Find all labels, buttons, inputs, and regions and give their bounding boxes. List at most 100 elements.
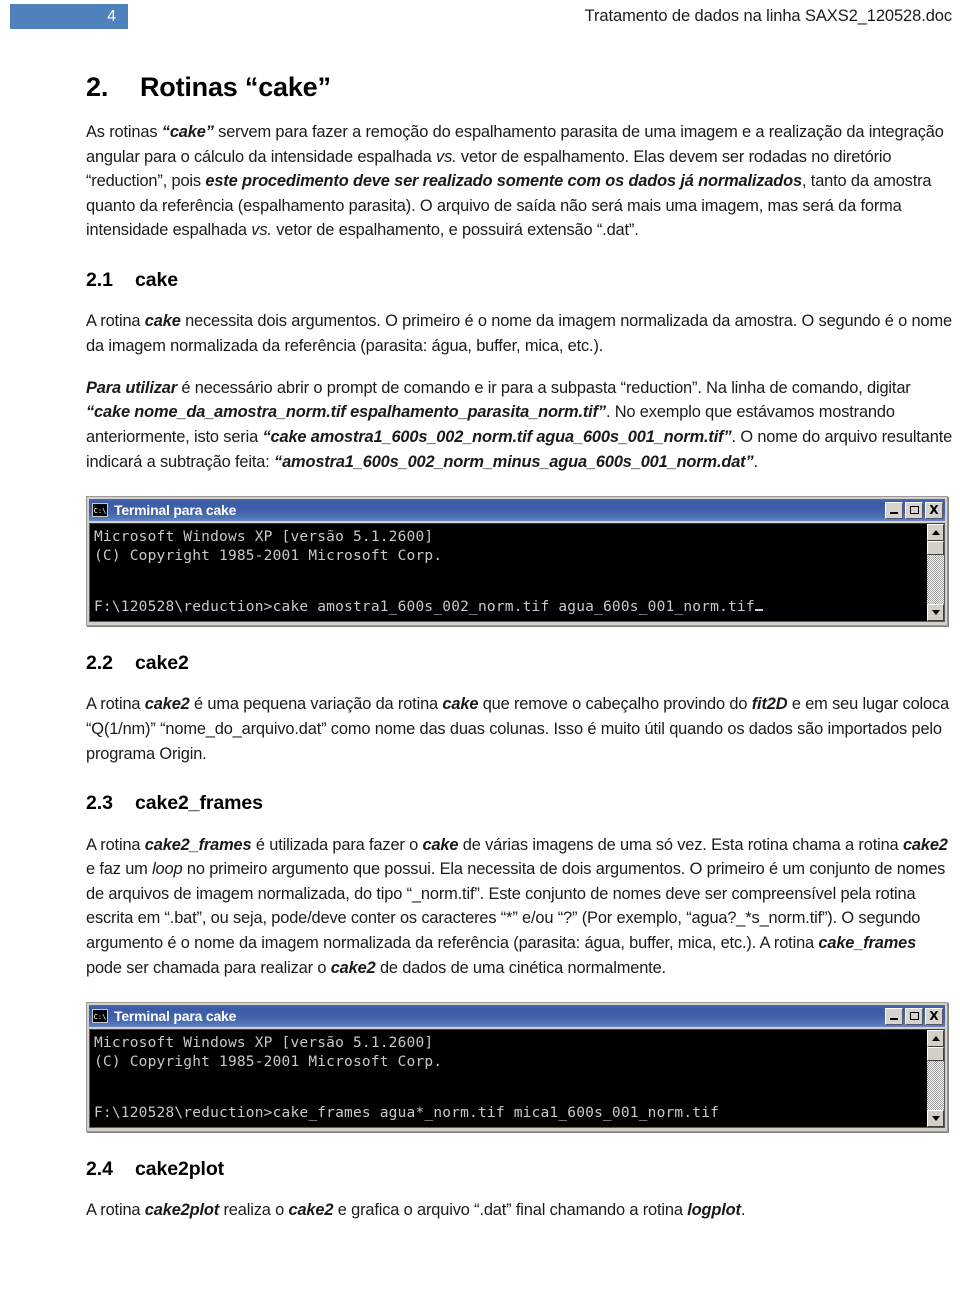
text-run-emphasis: “cake” <box>161 123 214 142</box>
subsection-title-text: cake2_frames <box>135 792 263 815</box>
text-run: As rotinas <box>86 123 162 142</box>
subsection-title-text: cake2 <box>135 651 189 674</box>
minimize-icon <box>890 1018 898 1021</box>
text-run-emphasis: este procedimento deve ser realizado som… <box>205 172 802 191</box>
text-run-command: “cake amostra1_600s_002_norm.tif agua_60… <box>262 427 732 446</box>
minimize-icon <box>890 512 898 515</box>
subsection-number: 2.1 <box>86 269 113 292</box>
text-run-emphasis: cake2 <box>902 835 948 854</box>
scroll-up-button[interactable] <box>927 1030 944 1048</box>
window-controls: X <box>885 501 943 519</box>
maximize-icon <box>909 506 919 515</box>
text-run: A rotina <box>86 695 145 714</box>
terminal-line-1: Microsoft Windows XP [versão 5.1.2600] <box>94 529 434 546</box>
terminal-scrollbar[interactable] <box>926 1030 944 1128</box>
text-run-italic: vs. <box>436 147 457 166</box>
terminal-window-cake[interactable]: C:\ Terminal para cake X Microsoft Windo… <box>86 496 948 626</box>
terminal-titlebar[interactable]: C:\ Terminal para cake X <box>89 1005 945 1028</box>
terminal-titlebar[interactable]: C:\ Terminal para cake X <box>89 499 945 522</box>
text-run-emphasis: cake2 <box>144 695 190 714</box>
subsection-heading-2-4: 2.4 cake2plot <box>86 1158 954 1181</box>
subsection-heading-2-2: 2.2 cake2 <box>86 652 954 675</box>
subsection-2-1-paragraph-1: A rotina cake necessita dois argumentos.… <box>86 309 954 358</box>
terminal-body-wrap: Microsoft Windows XP [versão 5.1.2600] (… <box>89 1029 945 1129</box>
subsection-2-1-paragraph-2: Para utilizar é necessário abrir o promp… <box>86 376 954 474</box>
terminal-output[interactable]: Microsoft Windows XP [versão 5.1.2600] (… <box>90 1030 926 1128</box>
text-run: é uma pequena variação da rotina <box>189 695 443 714</box>
section-2-intro-paragraph: As rotinas “cake” servem para fazer a re… <box>86 120 954 243</box>
close-button[interactable]: X <box>925 501 943 519</box>
minimize-button[interactable] <box>885 1007 903 1025</box>
section-title-text: Rotinas “cake” <box>140 72 331 102</box>
text-run: é utilizada para fazer o <box>251 835 423 854</box>
text-run-command: “cake nome_da_amostra_norm.tif espalhame… <box>86 403 606 422</box>
maximize-button[interactable] <box>905 501 923 519</box>
scroll-down-button[interactable] <box>927 1110 944 1128</box>
terminal-window-cake-frames[interactable]: C:\ Terminal para cake X Microsoft Windo… <box>86 1002 948 1133</box>
text-run-emphasis: Para utilizar <box>86 378 177 397</box>
text-run-emphasis: cake <box>422 835 459 854</box>
text-run: A rotina <box>86 1201 145 1220</box>
text-run: no primeiro argumento que possui. Ela ne… <box>86 860 946 952</box>
text-run-emphasis: cake2plot <box>144 1201 220 1220</box>
text-run: A rotina <box>86 312 145 331</box>
terminal-cursor <box>754 608 763 611</box>
terminal-title-text: Terminal para cake <box>114 1008 237 1025</box>
text-run: de várias imagens de uma só vez. Esta ro… <box>458 835 903 854</box>
subsection-number: 2.3 <box>86 792 113 815</box>
document-content: 2. Rotinas “cake” As rotinas “cake” serve… <box>86 72 954 1223</box>
scroll-up-button[interactable] <box>927 524 944 542</box>
close-button[interactable]: X <box>925 1007 943 1025</box>
text-run: realiza o <box>219 1201 289 1220</box>
document-title-header: Tratamento de dados na linha SAXS2_12052… <box>584 7 952 25</box>
maximize-button[interactable] <box>905 1007 923 1025</box>
subsection-number: 2.2 <box>86 651 113 674</box>
scrollbar-track[interactable] <box>927 555 944 604</box>
terminal-line-3: F:\120528\reduction>cake amostra1_600s_0… <box>94 598 755 615</box>
terminal-title-text: Terminal para cake <box>114 502 237 519</box>
text-run-filename: “amostra1_600s_002_norm_minus_agua_600s_… <box>274 452 754 471</box>
scrollbar-thumb[interactable] <box>927 541 944 556</box>
subsection-title-text: cake2plot <box>135 1158 225 1181</box>
terminal-line-1: Microsoft Windows XP [versão 5.1.2600] <box>94 1035 434 1052</box>
scrollbar-track[interactable] <box>927 1061 944 1111</box>
subsection-2-3-paragraph-1: A rotina cake2_frames é utilizada para f… <box>86 833 954 981</box>
section-heading-2: 2. Rotinas “cake” <box>86 72 954 103</box>
terminal-output[interactable]: Microsoft Windows XP [versão 5.1.2600] (… <box>90 524 926 621</box>
subsection-number: 2.4 <box>86 1158 113 1181</box>
terminal-scrollbar[interactable] <box>926 524 944 621</box>
page-number-badge: 4 <box>10 4 128 29</box>
text-run-italic: loop <box>152 860 183 879</box>
window-controls: X <box>885 1007 943 1025</box>
scroll-down-button[interactable] <box>927 603 944 621</box>
chevron-up-icon <box>931 530 940 536</box>
text-run-emphasis: logplot <box>687 1201 741 1220</box>
text-run: . <box>740 1201 746 1220</box>
chevron-up-icon <box>931 1036 940 1042</box>
section-number: 2. <box>86 72 109 102</box>
text-run: que remove o cabeçalho provindo do <box>478 695 752 714</box>
text-run: necessita dois argumentos. O primeiro é … <box>86 312 952 356</box>
text-run-emphasis: fit2D <box>751 695 788 714</box>
text-run-emphasis: cake2 <box>288 1201 334 1220</box>
text-run: é necessário abrir o prompt de comando e… <box>176 378 911 397</box>
subsection-2-4-paragraph-1: A rotina cake2plot realiza o cake2 e gra… <box>86 1198 954 1223</box>
subsection-2-2-paragraph-1: A rotina cake2 é uma pequena variação da… <box>86 692 954 766</box>
scrollbar-thumb[interactable] <box>927 1047 944 1062</box>
chevron-down-icon <box>931 609 940 615</box>
text-run: . <box>753 452 759 471</box>
subsection-title-text: cake <box>135 269 178 292</box>
terminal-line-3: F:\120528\reduction>cake_frames agua*_no… <box>94 1104 720 1121</box>
minimize-button[interactable] <box>885 501 903 519</box>
text-run-italic: vs. <box>251 221 272 240</box>
subsection-heading-2-3: 2.3 cake2_frames <box>86 792 954 815</box>
text-run-emphasis: cake2_frames <box>144 835 252 854</box>
page-header: 4 Tratamento de dados na linha SAXS2_120… <box>0 0 960 34</box>
text-run: de dados de uma cinética normalmente. <box>375 958 666 977</box>
text-run-emphasis: cake <box>442 695 479 714</box>
text-run-emphasis: cake2 <box>330 958 376 977</box>
console-icon: C:\ <box>92 1009 108 1024</box>
text-run-emphasis: cake <box>144 312 181 331</box>
